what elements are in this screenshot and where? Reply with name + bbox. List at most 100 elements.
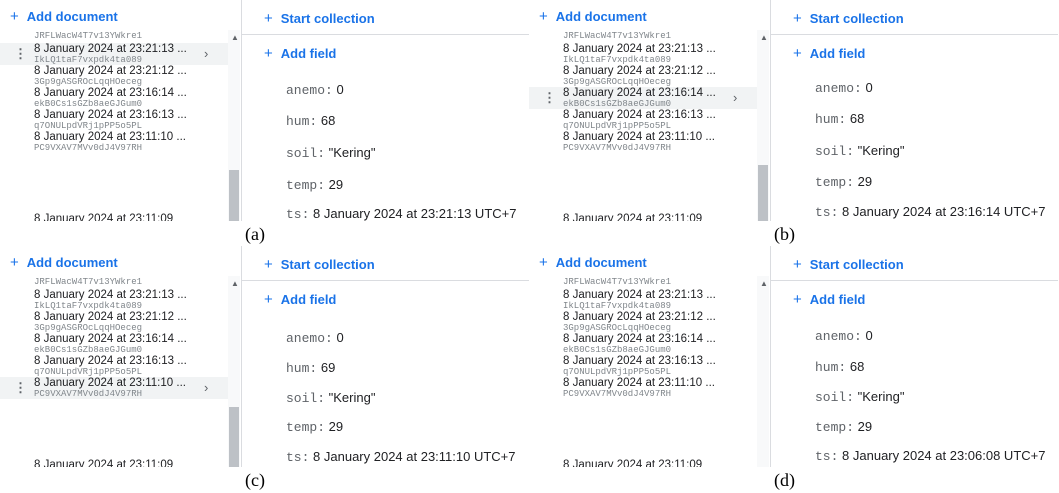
plus-icon: + — [539, 254, 548, 271]
scroll-up-icon[interactable]: ▲ — [231, 279, 239, 288]
scroll-up-icon[interactable]: ▲ — [760, 33, 768, 42]
plus-icon: + — [793, 256, 802, 273]
divider — [771, 34, 1058, 35]
field-panel: + Start collection + Add field anemo: 0 hu… — [242, 246, 529, 467]
divider — [242, 280, 529, 281]
scroll-up-icon[interactable]: ▲ — [231, 33, 239, 42]
start-collection-button[interactable]: + Start collection — [264, 256, 375, 273]
panel-a: + Add document JRFLWacW4T7v13YWkre1 ⋮ 8 J… — [0, 0, 529, 246]
field-temp[interactable]: temp: 29 — [815, 174, 872, 190]
list-item[interactable]: 8 January 2024 at 23:16:14 ... ekB0Cs1sGZ… — [0, 333, 228, 355]
list-item[interactable]: 8 January 2024 at 23:21:12 ... 3Gp9gASGRO… — [0, 311, 228, 333]
list-item-partial[interactable]: 8 January 2024 at 23:11:09 — [34, 213, 173, 221]
field-temp[interactable]: temp: 29 — [815, 419, 872, 435]
scrollbar[interactable]: ▲ — [757, 276, 769, 467]
list-item-selected[interactable]: ⋮ 8 January 2024 at 23:16:14 ... ekB0Cs1… — [529, 87, 757, 109]
field-ts[interactable]: ts: 8 January 2024 at 23:16:14 UTC+7 — [815, 204, 1045, 220]
field-soil[interactable]: soil: "Kering" — [286, 390, 375, 406]
list-item[interactable]: 8 January 2024 at 23:16:13 ... q7ONULpdVR… — [529, 355, 757, 377]
field-anemo[interactable]: anemo: 0 — [815, 328, 873, 344]
add-field-button[interactable]: + Add field — [264, 45, 336, 62]
scrollbar[interactable]: ▲ — [228, 30, 240, 221]
plus-icon: + — [793, 45, 802, 62]
field-soil[interactable]: soil: "Kering" — [815, 143, 904, 159]
list-item-partial[interactable]: 8 January 2024 at 23:11:09 — [34, 459, 173, 467]
list-item[interactable]: 8 January 2024 at 23:16:13 ... q7ONULpdVR… — [0, 355, 228, 377]
caption: (c) — [245, 470, 265, 490]
list-item[interactable]: 8 January 2024 at 23:21:13 ... IkLQ1taF7v… — [529, 43, 757, 65]
list-item[interactable]: 8 January 2024 at 23:16:13 ... q7ONULpdVR… — [0, 109, 228, 131]
list-item-selected[interactable]: ⋮ 8 January 2024 at 23:21:13 ... IkLQ1ta… — [0, 43, 228, 65]
scrollbar-thumb[interactable] — [229, 170, 239, 221]
add-field-button[interactable]: + Add field — [264, 291, 336, 308]
list-item[interactable]: 8 January 2024 at 23:16:14 ... ekB0Cs1sGZ… — [529, 333, 757, 355]
add-document-button[interactable]: + Add document — [539, 8, 647, 25]
field-soil[interactable]: soil: "Kering" — [815, 389, 904, 405]
scrollbar[interactable]: ▲ — [228, 276, 240, 467]
list-item-selected[interactable]: ⋮ 8 January 2024 at 23:11:10 ... PC9VXAV… — [0, 377, 228, 399]
panel-c: + Add document JRFLWacW4T7v13YWkre1 8 Jan… — [0, 246, 529, 492]
start-collection-button[interactable]: + Start collection — [793, 256, 904, 273]
more-vert-icon[interactable]: ⋮ — [14, 47, 27, 60]
list-item-partial[interactable]: 8 January 2024 at 23:11:09 — [563, 213, 702, 221]
document-list: + Add document JRFLWacW4T7v13YWkre1 8 Jan… — [529, 246, 769, 467]
add-document-button[interactable]: + Add document — [539, 254, 647, 271]
document-items: JRFLWacW4T7v13YWkre1 8 January 2024 at 2… — [529, 30, 757, 221]
list-item[interactable]: 8 January 2024 at 23:21:12 ... 3Gp9gASGRO… — [529, 65, 757, 87]
field-panel: + Start collection + Add field anemo: 0 hu… — [771, 0, 1058, 221]
start-collection-button[interactable]: + Start collection — [793, 10, 904, 27]
plus-icon: + — [264, 10, 273, 27]
field-hum[interactable]: hum: 69 — [286, 360, 335, 376]
list-item[interactable]: 8 January 2024 at 23:21:13 ... IkLQ1taF7v… — [0, 289, 228, 311]
field-ts[interactable]: ts: 8 January 2024 at 23:11:10 UTC+7 — [286, 449, 516, 465]
divider — [242, 34, 529, 35]
list-item[interactable]: JRFLWacW4T7v13YWkre1 — [529, 277, 757, 289]
list-item[interactable]: JRFLWacW4T7v13YWkre1 — [0, 31, 228, 43]
list-item[interactable]: 8 January 2024 at 23:21:12 ... 3Gp9gASGRO… — [0, 65, 228, 87]
list-item[interactable]: 8 January 2024 at 23:21:12 ... 3Gp9gASGRO… — [529, 311, 757, 333]
more-vert-icon[interactable]: ⋮ — [543, 91, 556, 104]
field-anemo[interactable]: anemo: 0 — [815, 80, 873, 96]
list-item[interactable]: 8 January 2024 at 23:16:14 ... ekB0Cs1sGZ… — [0, 87, 228, 109]
list-item[interactable]: 8 January 2024 at 23:16:13 ... q7ONULpdVR… — [529, 109, 757, 131]
add-field-button[interactable]: + Add field — [793, 45, 865, 62]
field-hum[interactable]: hum: 68 — [815, 111, 864, 127]
add-field-button[interactable]: + Add field — [793, 291, 865, 308]
field-panel: + Start collection + Add field anemo: 0 hu… — [771, 246, 1058, 467]
field-hum[interactable]: hum: 68 — [286, 113, 335, 129]
field-ts[interactable]: ts: 8 January 2024 at 23:21:13 UTC+7 — [286, 206, 516, 221]
list-item[interactable]: 8 January 2024 at 23:11:10 ... PC9VXAV7MV… — [529, 377, 757, 399]
panel-d: + Add document JRFLWacW4T7v13YWkre1 8 Jan… — [529, 246, 1058, 492]
list-item[interactable]: JRFLWacW4T7v13YWkre1 — [0, 277, 228, 289]
scrollbar[interactable]: ▲ — [757, 30, 769, 221]
scrollbar-thumb[interactable] — [229, 407, 239, 467]
list-item[interactable]: 8 January 2024 at 23:21:13 ... IkLQ1taF7v… — [529, 289, 757, 311]
add-document-button[interactable]: + Add document — [10, 8, 118, 25]
field-temp[interactable]: temp: 29 — [286, 177, 343, 193]
list-item[interactable]: 8 January 2024 at 23:11:10 ... PC9VXAV7MV… — [529, 131, 757, 153]
caption: (a) — [245, 224, 265, 244]
document-list: + Add document JRFLWacW4T7v13YWkre1 8 Jan… — [0, 246, 240, 467]
field-anemo[interactable]: anemo: 0 — [286, 330, 344, 346]
field-anemo[interactable]: anemo: 0 — [286, 82, 344, 98]
list-item[interactable]: 8 January 2024 at 23:11:10 ... PC9VXAV7MV… — [0, 131, 228, 153]
scrollbar-thumb[interactable] — [758, 165, 768, 221]
field-ts[interactable]: ts: 8 January 2024 at 23:06:08 UTC+7 — [815, 448, 1045, 464]
plus-icon: + — [793, 291, 802, 308]
plus-icon: + — [264, 45, 273, 62]
field-hum[interactable]: hum: 68 — [815, 359, 864, 375]
field-temp[interactable]: temp: 29 — [286, 419, 343, 435]
field-soil[interactable]: soil: "Kering" — [286, 145, 375, 161]
list-item[interactable]: JRFLWacW4T7v13YWkre1 — [529, 31, 757, 43]
list-item-partial[interactable]: 8 January 2024 at 23:11:09 — [563, 459, 702, 467]
add-document-button[interactable]: + Add document — [10, 254, 118, 271]
scroll-up-icon[interactable]: ▲ — [760, 279, 768, 288]
chevron-right-icon: › — [204, 380, 209, 395]
more-vert-icon[interactable]: ⋮ — [14, 381, 27, 394]
plus-icon: + — [264, 256, 273, 273]
document-items: JRFLWacW4T7v13YWkre1 ⋮ 8 January 2024 at… — [0, 30, 228, 221]
panel-b: + Add document JRFLWacW4T7v13YWkre1 8 Jan… — [529, 0, 1058, 246]
divider — [771, 280, 1058, 281]
start-collection-button[interactable]: + Start collection — [264, 10, 375, 27]
chevron-right-icon: › — [204, 46, 209, 61]
